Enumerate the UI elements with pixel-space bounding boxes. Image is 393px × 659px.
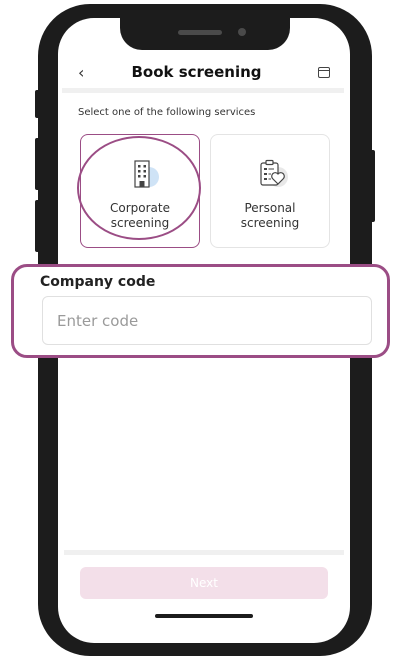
footer-divider [64, 550, 344, 555]
front-camera [238, 28, 246, 36]
speaker-grille [178, 30, 222, 35]
home-indicator [155, 614, 253, 618]
services-prompt: Select one of the following services [78, 107, 256, 118]
header-divider [62, 88, 344, 93]
calendar-icon[interactable] [318, 67, 330, 78]
next-button[interactable]: Next [80, 567, 328, 599]
personal-screening-label: Personal screening [240, 201, 300, 230]
page-title: Book screening [131, 63, 262, 81]
personal-screening-card[interactable]: Personal screening [210, 134, 330, 248]
company-code-label: Company code [40, 274, 156, 290]
selection-highlight-ring [77, 136, 201, 240]
company-code-input[interactable] [42, 296, 372, 345]
clipboard-heart-icon [260, 159, 288, 187]
phone-notch [120, 18, 290, 50]
